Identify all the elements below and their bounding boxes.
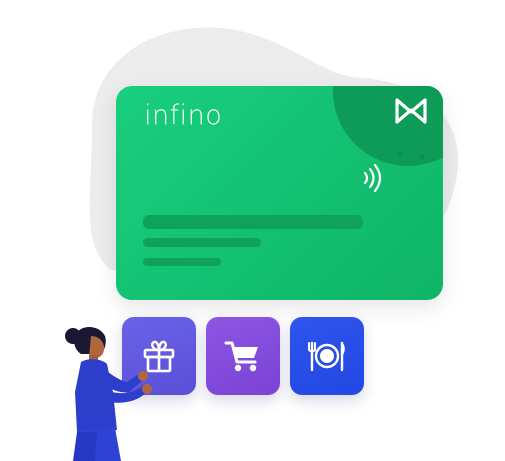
brand-logo-icon — [395, 98, 427, 124]
dining-tile[interactable] — [290, 317, 364, 395]
cart-icon — [224, 341, 258, 372]
card-holder-placeholder — [143, 238, 261, 247]
decorative-dots — [397, 150, 425, 160]
contactless-icon — [363, 163, 382, 193]
card-brand-name: infino — [144, 100, 223, 131]
payment-card: infino — [116, 86, 443, 300]
card-number-placeholder — [143, 215, 363, 229]
card-expiry-placeholder — [143, 258, 221, 266]
person-illustration — [65, 327, 152, 461]
shopping-tile[interactable] — [206, 317, 280, 395]
dining-icon — [308, 341, 345, 372]
illustration-scene: infino — [0, 0, 505, 461]
